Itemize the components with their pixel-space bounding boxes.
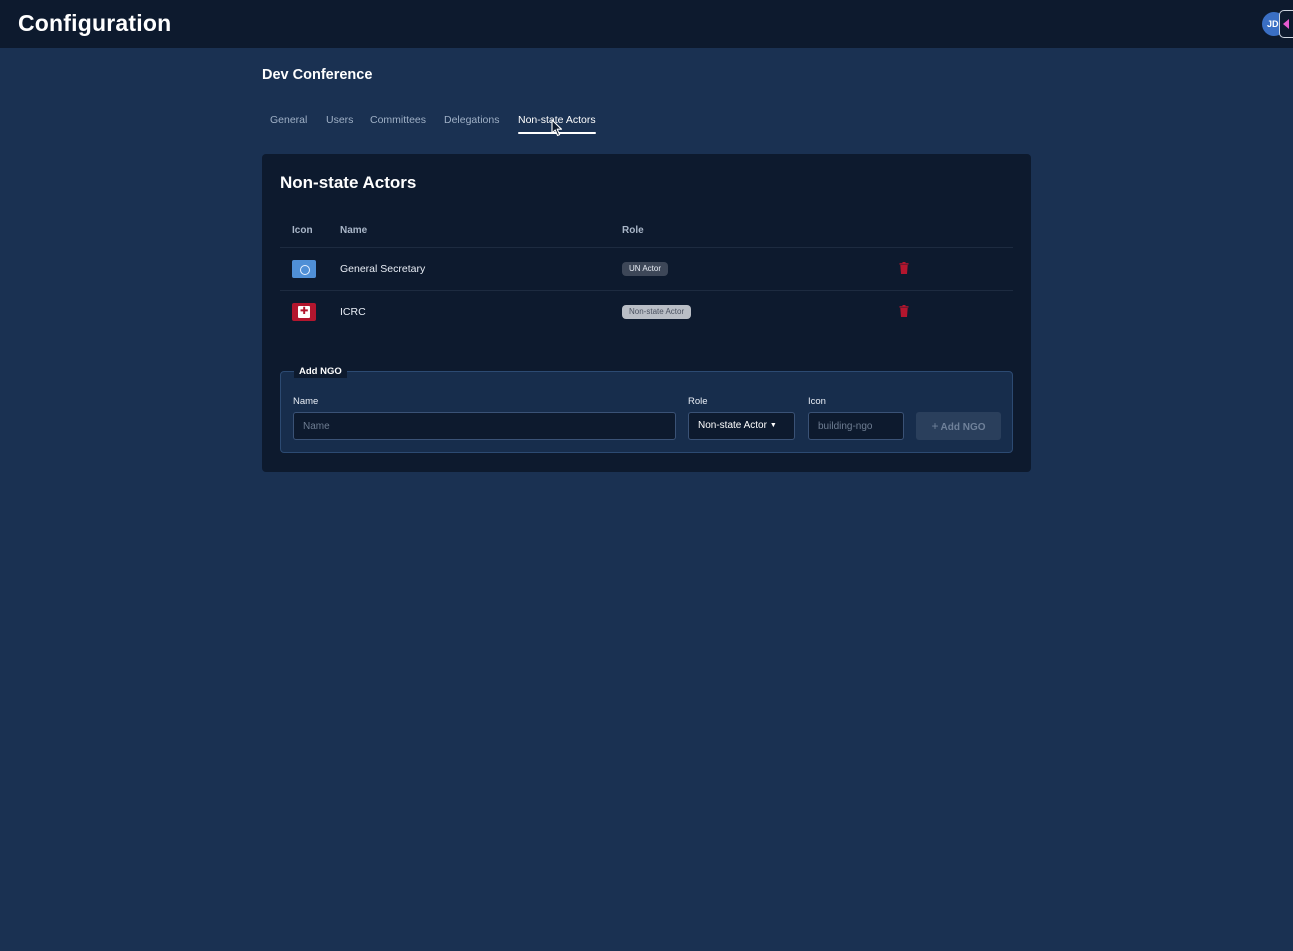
caret-down-icon: ▼ [769, 422, 777, 429]
sidebar-toggle-button[interactable] [1279, 10, 1293, 38]
icon-label: Icon [808, 396, 826, 407]
un-flag-icon [292, 260, 316, 278]
role-badge: UN Actor [622, 262, 669, 276]
tab-general[interactable]: General [270, 114, 307, 136]
column-header-role: Role [622, 225, 644, 236]
add-ngo-button-label: Add NGO [940, 422, 986, 433]
top-bar: Configuration JD [0, 0, 1293, 48]
table-row: General Secretary UN Actor [280, 248, 1013, 290]
tab-delegations[interactable]: Delegations [444, 114, 499, 136]
tab-users[interactable]: Users [326, 114, 353, 136]
chevron-left-icon [1283, 19, 1289, 29]
panel-title: Non-state Actors [280, 173, 417, 192]
role-badge: Non-state Actor [622, 305, 692, 319]
column-header-icon: Icon [292, 225, 313, 236]
actor-name: General Secretary [340, 263, 426, 275]
column-header-name: Name [340, 225, 368, 236]
name-label: Name [293, 396, 319, 407]
role-label: Role [688, 396, 708, 407]
conference-title: Dev Conference [262, 67, 373, 83]
icrc-flag-icon [292, 303, 316, 321]
actor-name: ICRC [340, 306, 366, 318]
role-select-value: Non-state Actor [698, 420, 767, 431]
plus-icon: + [931, 419, 939, 433]
add-ngo-button[interactable]: + Add NGO [916, 412, 1001, 440]
mouse-cursor-icon [551, 119, 563, 137]
add-ngo-form: Add NGO Name Role Non-state Actor▼ Icon … [280, 366, 1013, 453]
tab-committees[interactable]: Committees [370, 114, 426, 136]
name-input[interactable] [293, 412, 676, 440]
role-select[interactable]: Non-state Actor ▼ [688, 412, 795, 440]
form-legend: Add NGO [294, 366, 347, 378]
app-title: Configuration [18, 10, 172, 36]
table-row: ICRC Non-state Actor [280, 291, 1013, 333]
trash-icon[interactable] [899, 305, 909, 317]
icon-input[interactable] [808, 412, 904, 440]
non-state-actors-panel: Non-state Actors Icon Name Role General … [262, 154, 1031, 472]
trash-icon[interactable] [899, 262, 909, 274]
